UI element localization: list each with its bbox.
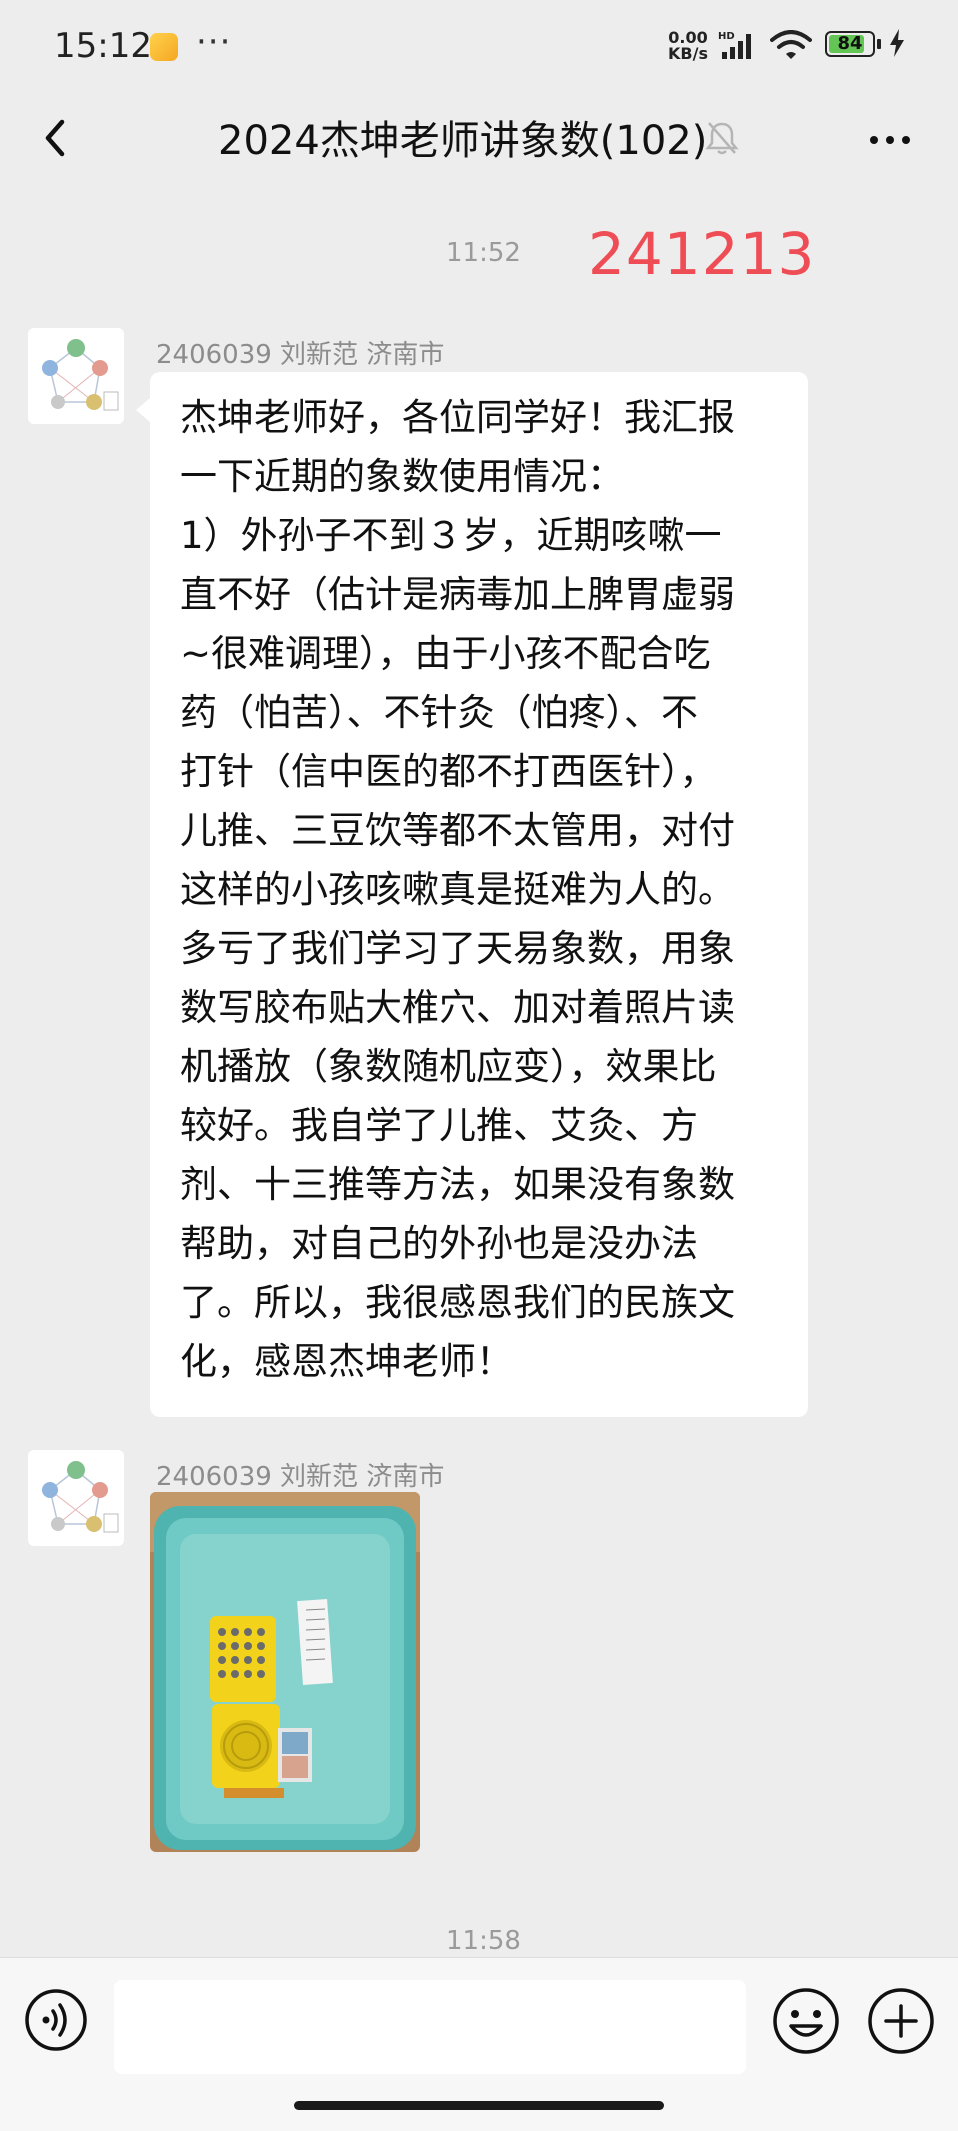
message-line: 一下近期的象数使用情况：	[180, 455, 624, 498]
message-line: 了。所以，我很感恩我们的民族文	[180, 1281, 735, 1324]
avatar[interactable]	[28, 1450, 124, 1546]
status-more-icon: ···	[196, 22, 232, 62]
emoji-icon[interactable]	[771, 1986, 841, 2056]
message-line: 较好。我自学了儿推、艾灸、方	[180, 1104, 698, 1147]
more-dots-icon[interactable]	[860, 110, 920, 170]
charging-icon	[890, 29, 904, 57]
message-line: ~很难调理），由于小孩不配合吃	[180, 632, 711, 675]
message-text: 杰坤老师好，各位同学好！我汇报 一下近期的象数使用情况： 1）外孙子不到３岁，近期咳…	[180, 388, 780, 1391]
back-arrow-icon[interactable]	[30, 108, 90, 168]
message-line: 直不好（估计是病毒加上脾胃虚弱	[180, 573, 735, 616]
sender-name: 2406039 刘新范 济南市	[156, 340, 445, 370]
message-line: 多亏了我们学习了天易象数，用象	[180, 927, 735, 970]
battery-level: 84	[837, 33, 863, 54]
timestamp: 11:58	[446, 1926, 521, 1956]
message-input[interactable]	[114, 1980, 746, 2074]
network-speed: 0.00 KB/s	[668, 30, 708, 62]
photo-basin-with-reader	[150, 1492, 420, 1852]
input-bar	[0, 1957, 958, 2131]
message-line: 杰坤老师好，各位同学好！我汇报	[180, 396, 735, 439]
message-line: 这样的小孩咳嗽真是挺难为人的。	[180, 868, 735, 911]
mute-bell-icon	[705, 122, 739, 155]
home-indicator	[294, 2101, 664, 2110]
wifi-icon	[770, 30, 812, 59]
avatar[interactable]	[28, 328, 124, 424]
plus-icon[interactable]	[866, 1986, 936, 2056]
signal-icon: HD	[718, 31, 751, 59]
message-line: 数写胶布贴大椎穴、加对着照片读	[180, 986, 735, 1029]
message-line: 打针（信中医的都不打西医针），	[180, 750, 717, 793]
message-line: 机播放（象数随机应变），效果比	[180, 1045, 717, 1088]
timestamp: 11:52	[446, 238, 521, 268]
message-line: 1）外孙子不到３岁，近期咳嗽一	[180, 514, 722, 557]
message-line: 儿推、三豆饮等都不太管用，对付	[180, 809, 735, 852]
image-message[interactable]	[150, 1492, 420, 1852]
app-notification-icon	[150, 33, 178, 61]
signal-badge: HD	[718, 31, 735, 42]
date-overlay: 241213	[588, 220, 816, 288]
message-bubble[interactable]: 杰坤老师好，各位同学好！我汇报 一下近期的象数使用情况： 1）外孙子不到３岁，近期咳…	[136, 372, 808, 1417]
chat-header: 2024杰坤老师讲象数(102)	[0, 90, 958, 190]
battery-cap	[877, 39, 881, 49]
voice-icon[interactable]	[24, 1988, 88, 2052]
message-line: 剂、十三推等方法，如果没有象数	[180, 1163, 735, 1206]
message-line: 化，感恩杰坤老师！	[180, 1340, 513, 1383]
status-time: 15:12	[54, 26, 152, 66]
battery-icon: 84	[825, 31, 875, 57]
chat-title: 2024杰坤老师讲象数(102)	[218, 118, 708, 164]
message-line: 药（怕苦）、不针灸（怕疼）、不	[180, 691, 698, 734]
sender-name: 2406039 刘新范 济南市	[156, 1462, 445, 1492]
message-line: 帮助，对自己的外孙也是没办法	[180, 1222, 698, 1265]
network-speed-unit: KB/s	[668, 44, 708, 63]
status-bar: 15:12 ··· 0.00 KB/s HD 84	[0, 0, 958, 90]
